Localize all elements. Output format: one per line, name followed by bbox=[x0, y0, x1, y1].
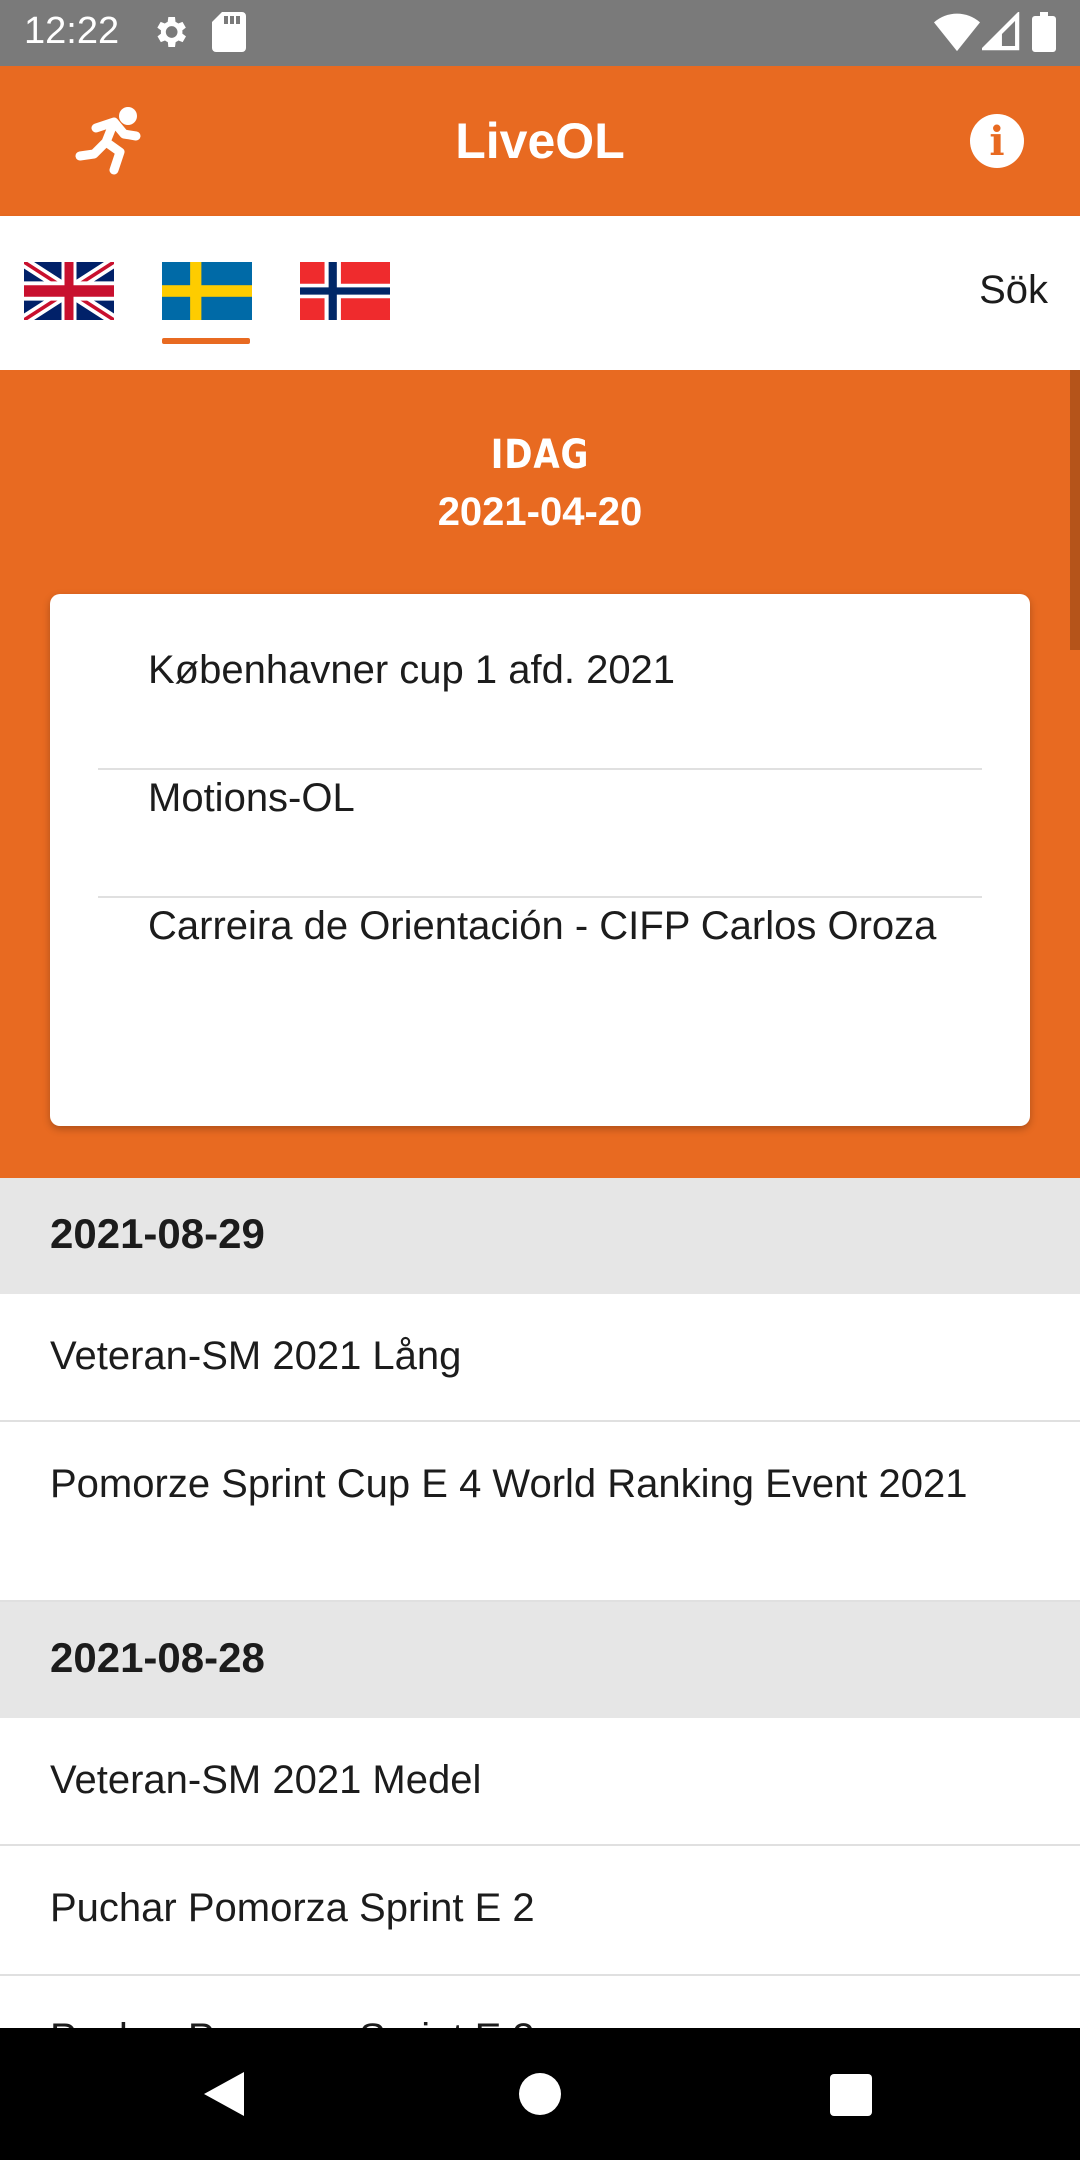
list-item[interactable]: Pomorze Sprint Cup E 4 World Ranking Eve… bbox=[0, 1422, 1080, 1602]
divider bbox=[98, 768, 982, 770]
system-navigation-bar bbox=[0, 2028, 1080, 2160]
today-events-card: Københavner cup 1 afd. 2021 Motions-OL C… bbox=[50, 594, 1030, 1126]
wifi-icon bbox=[934, 13, 980, 52]
list-item[interactable]: Puchar Pomorza Sprint E 2 bbox=[0, 1846, 1080, 1976]
info-icon[interactable]: i bbox=[970, 114, 1024, 168]
sd-card-icon bbox=[212, 12, 246, 52]
list-item[interactable]: Veteran-SM 2021 Lång bbox=[0, 1294, 1080, 1422]
settings-icon bbox=[157, 17, 186, 47]
status-bar: 12:22 bbox=[0, 0, 1080, 66]
home-icon[interactable] bbox=[519, 2073, 561, 2115]
today-label: IDAG bbox=[490, 432, 590, 478]
app-bar: LiveOL i bbox=[0, 66, 1080, 216]
today-event-item[interactable]: Carreira de Orientación - CIFP Carlos Or… bbox=[98, 900, 982, 952]
today-section: IDAG 2021-04-20 Københavner cup 1 afd. 2… bbox=[0, 370, 1080, 1178]
event-name: Pomorze Sprint Cup E 4 World Ranking Eve… bbox=[50, 1462, 968, 1506]
sweden-flag-icon[interactable] bbox=[162, 262, 252, 320]
date-header-label: 2021-08-28 bbox=[50, 1634, 265, 1681]
signal-icon bbox=[982, 12, 1020, 51]
today-date: 2021-04-20 bbox=[437, 490, 643, 534]
event-name: Veteran-SM 2021 Medel bbox=[50, 1758, 482, 1802]
scrollbar[interactable] bbox=[1070, 370, 1080, 650]
status-time: 12:22 bbox=[24, 10, 120, 52]
date-header: 2021-08-29 bbox=[0, 1178, 1080, 1294]
app-title: LiveOL bbox=[455, 113, 625, 169]
event-name: Puchar Pomorza Sprint E 2 bbox=[50, 1886, 535, 1930]
uk-flag-icon[interactable] bbox=[24, 262, 114, 320]
date-header-label: 2021-08-29 bbox=[50, 1210, 265, 1257]
language-bar: Sök bbox=[0, 216, 1080, 370]
back-icon[interactable] bbox=[204, 2072, 244, 2116]
list-item[interactable]: Veteran-SM 2021 Medel bbox=[0, 1718, 1080, 1846]
today-event-item[interactable]: Motions-OL bbox=[98, 772, 982, 824]
norway-flag-icon[interactable] bbox=[300, 262, 390, 320]
today-event-item[interactable]: Københavner cup 1 afd. 2021 bbox=[98, 644, 982, 696]
recent-apps-icon[interactable] bbox=[830, 2074, 872, 2116]
divider bbox=[98, 896, 982, 898]
event-name: Veteran-SM 2021 Lång bbox=[50, 1334, 462, 1378]
selected-language-indicator bbox=[162, 338, 250, 344]
search-button[interactable]: Sök bbox=[979, 268, 1048, 313]
date-header: 2021-08-28 bbox=[0, 1602, 1080, 1718]
battery-icon bbox=[1032, 12, 1056, 52]
